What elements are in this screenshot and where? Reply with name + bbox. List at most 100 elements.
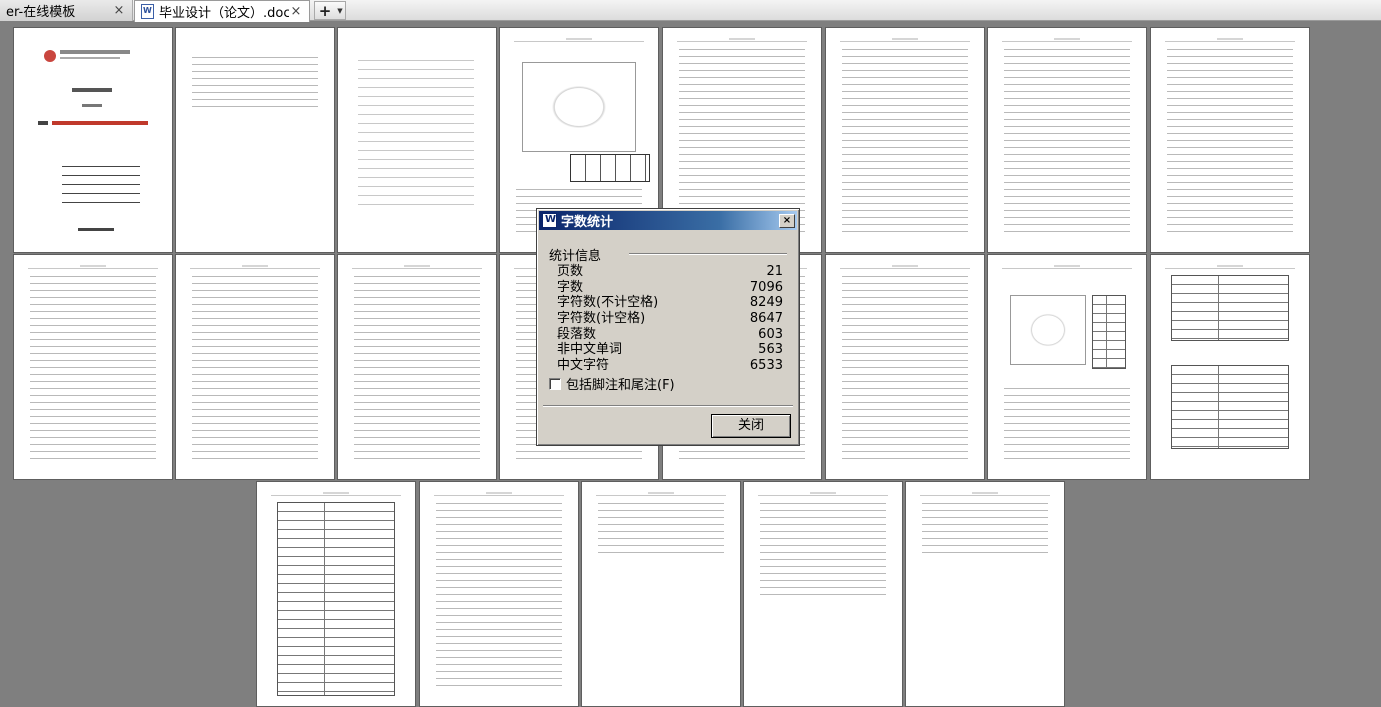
page-thumbnail[interactable] xyxy=(337,254,497,480)
new-tab-button[interactable]: + ▼ xyxy=(314,1,346,20)
page-thumbnail[interactable] xyxy=(337,27,497,253)
stat-label: 页数 xyxy=(557,264,584,279)
stat-value: 6533 xyxy=(749,358,783,374)
page-thumbnail[interactable] xyxy=(825,254,985,480)
page-thumbnail[interactable] xyxy=(987,254,1147,480)
close-icon[interactable]: × xyxy=(289,4,303,19)
checkbox-label: 包括脚注和尾注(F) xyxy=(566,378,675,393)
section-divider xyxy=(629,253,787,255)
data-table xyxy=(1171,275,1289,341)
stat-value: 21 xyxy=(766,264,783,279)
stat-value: 603 xyxy=(758,326,783,342)
stat-label: 字符数(计空格) xyxy=(557,311,646,327)
tab-label: er-在线模板 xyxy=(6,5,76,20)
cover-date xyxy=(78,228,114,231)
page-header xyxy=(1002,37,1132,42)
table-of-contents xyxy=(358,56,474,212)
drawing-title-block xyxy=(570,154,650,182)
cover-heading xyxy=(72,88,112,92)
close-icon[interactable]: × xyxy=(112,3,126,18)
stat-label: 段落数 xyxy=(557,326,597,342)
page-text xyxy=(842,273,968,465)
page-text xyxy=(1004,46,1130,238)
page-thumbnail[interactable] xyxy=(905,481,1065,707)
page-header xyxy=(840,37,970,42)
page-text xyxy=(30,273,156,465)
page-header xyxy=(596,491,726,496)
page-text xyxy=(1167,46,1293,238)
cover-school-subtitle xyxy=(60,57,120,59)
page-header xyxy=(271,491,401,496)
stat-row-paragraphs: 段落数 603 xyxy=(557,327,783,343)
school-logo-icon xyxy=(44,50,56,62)
tab-thesis-document[interactable]: 毕业设计（论文）.doc × xyxy=(134,0,310,22)
page-text xyxy=(354,273,480,465)
page-text xyxy=(192,273,318,465)
stat-row-pages: 页数 21 xyxy=(557,264,783,280)
page-text xyxy=(1004,385,1130,465)
plus-icon: + xyxy=(318,1,332,20)
stat-row-chars-no-spaces: 字符数(不计空格) 8249 xyxy=(557,295,783,311)
word-document-icon xyxy=(141,4,154,19)
stat-label: 非中文单词 xyxy=(557,342,623,358)
page-header xyxy=(28,264,158,269)
page-thumbnail[interactable] xyxy=(13,27,173,253)
page-header xyxy=(514,37,644,42)
dialog-title: 字数统计 xyxy=(561,215,614,230)
page-thumbnail[interactable] xyxy=(175,27,335,253)
page-header xyxy=(840,264,970,269)
page-thumbnail[interactable] xyxy=(256,481,416,707)
page-text xyxy=(598,500,724,556)
page-thumbnail[interactable] xyxy=(581,481,741,707)
page-header xyxy=(758,491,888,496)
page-thumbnail[interactable] xyxy=(825,27,985,253)
checkbox-box[interactable] xyxy=(549,377,561,390)
engineering-drawing xyxy=(522,62,636,152)
page-header xyxy=(1002,264,1132,269)
stat-label: 字数 xyxy=(557,279,584,295)
stat-row-non-chinese-words: 非中文单词 563 xyxy=(557,342,783,358)
statistics-list: 页数 21 字数 7096 字符数(不计空格) 8249 字符数(计空格) 86… xyxy=(557,264,783,374)
stat-row-words: 字数 7096 xyxy=(557,280,783,296)
page-thumbnail[interactable] xyxy=(1150,254,1310,480)
dimension-table xyxy=(1092,295,1126,369)
page-header xyxy=(190,264,320,269)
close-icon[interactable]: × xyxy=(779,213,795,228)
chevron-down-icon[interactable]: ▼ xyxy=(335,7,345,15)
page-thumbnail[interactable] xyxy=(987,27,1147,253)
tab-label: 毕业设计（论文）.doc xyxy=(159,6,289,21)
page-text xyxy=(842,46,968,238)
dialog-title-bar[interactable]: 字数统计 × xyxy=(539,211,797,230)
stat-label: 中文字符 xyxy=(557,358,610,374)
stat-label: 字符数(不计空格) xyxy=(557,295,659,311)
page-header xyxy=(434,491,564,496)
statistics-section-label: 统计信息 xyxy=(549,249,602,264)
data-table xyxy=(277,502,395,696)
page-text xyxy=(436,500,562,692)
page-text xyxy=(760,500,886,596)
page-header xyxy=(1165,37,1295,42)
wps-writer-icon xyxy=(542,213,557,228)
tab-online-templates[interactable]: er-在线模板 × xyxy=(0,0,133,21)
data-table xyxy=(1171,365,1289,449)
page-header xyxy=(352,264,482,269)
page-thumbnail[interactable] xyxy=(13,254,173,480)
page-header xyxy=(1165,264,1295,269)
include-footnotes-checkbox[interactable]: 包括脚注和尾注(F) xyxy=(549,374,675,393)
close-button[interactable]: 关闭 xyxy=(711,414,791,438)
button-divider xyxy=(543,405,793,407)
page-text xyxy=(922,500,1048,556)
cover-subheading xyxy=(82,104,102,107)
stat-value: 8249 xyxy=(749,295,783,311)
page-text xyxy=(192,54,318,112)
page-thumbnail[interactable] xyxy=(419,481,579,707)
cover-school-name xyxy=(60,50,130,54)
page-thumbnail[interactable] xyxy=(743,481,903,707)
page-header xyxy=(677,37,807,42)
stat-row-chinese-chars: 中文字符 6533 xyxy=(557,358,783,374)
cover-fields xyxy=(62,158,140,204)
page-thumbnail[interactable] xyxy=(175,254,335,480)
page-header xyxy=(920,491,1050,496)
page-thumbnail[interactable] xyxy=(1150,27,1310,253)
cover-project-title xyxy=(38,121,148,125)
